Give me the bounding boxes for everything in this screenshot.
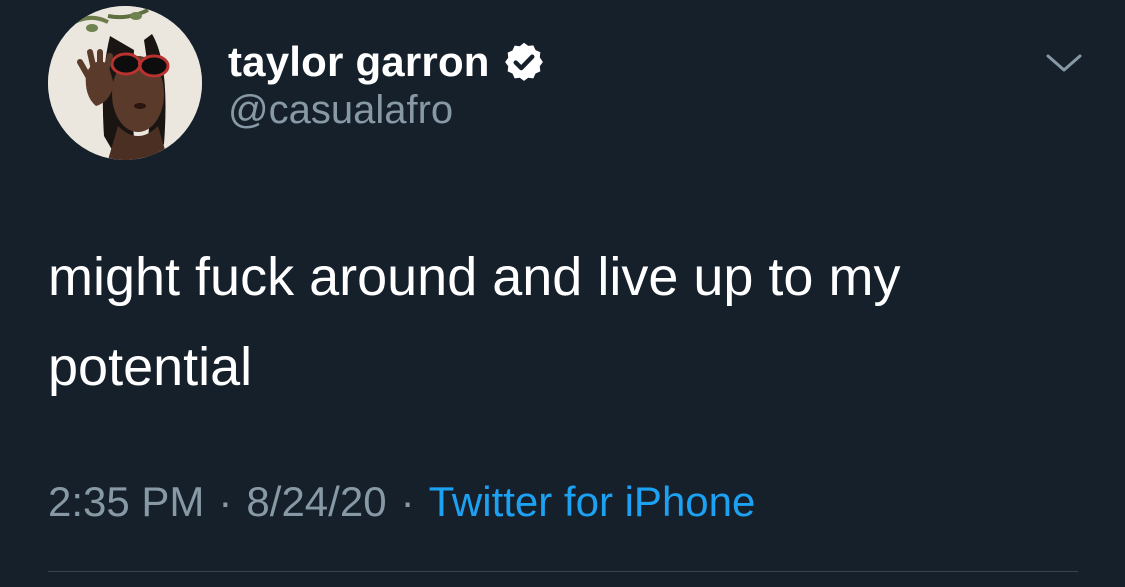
tweet-date[interactable]: 8/24/20: [246, 478, 386, 526]
author-name-row: taylor garron: [228, 34, 546, 90]
author-display-name[interactable]: taylor garron: [228, 38, 490, 86]
tweet-time[interactable]: 2:35 PM: [48, 478, 204, 526]
tweet-text: might fuck around and live up to my pote…: [48, 247, 901, 397]
divider: [48, 571, 1078, 572]
tweet-card: taylor garron @casualafro might fuck aro…: [0, 0, 1125, 587]
separator: ·: [218, 478, 233, 525]
avatar[interactable]: [48, 6, 202, 160]
avatar-image: [48, 6, 202, 160]
verified-badge-icon: [502, 40, 546, 84]
chevron-down-icon[interactable]: [1042, 48, 1086, 78]
tweet-metadata: 2:35 PM · 8/24/20 · Twitter for iPhone: [48, 478, 755, 526]
author-handle[interactable]: @casualafro: [228, 88, 453, 133]
separator: ·: [400, 478, 415, 525]
tweet-source-link[interactable]: Twitter for iPhone: [429, 478, 756, 526]
